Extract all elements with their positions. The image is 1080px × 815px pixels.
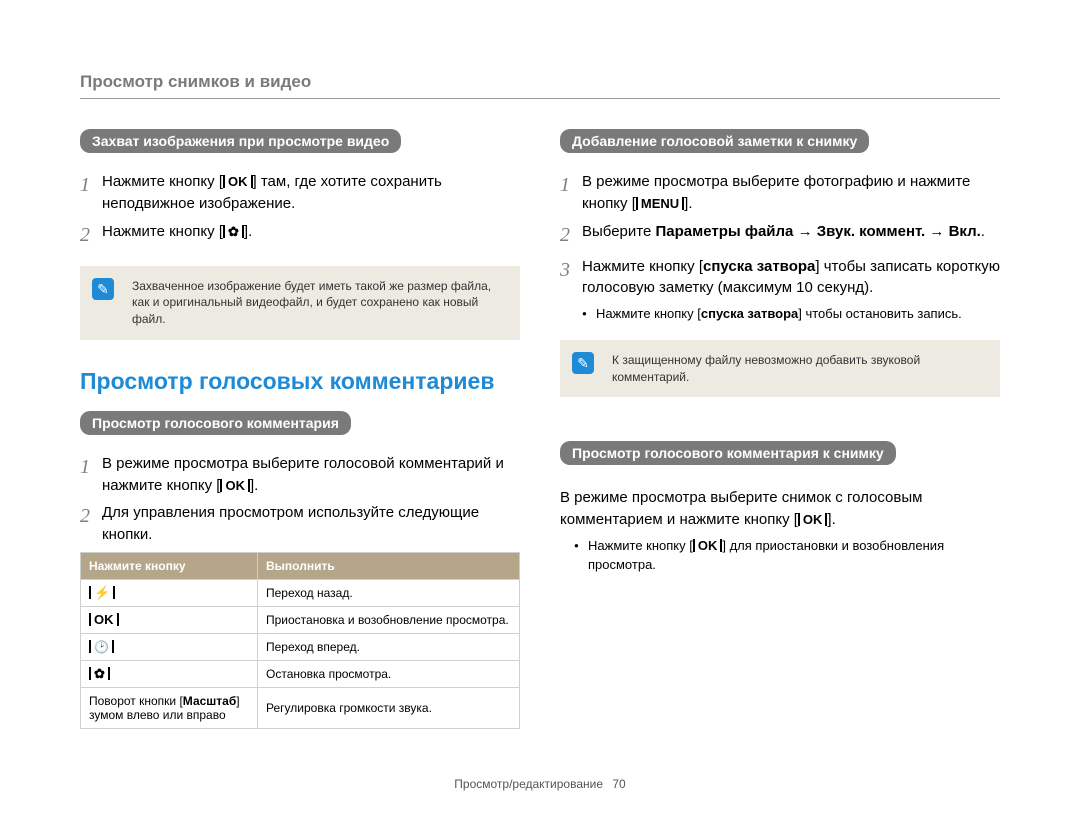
cell-button: OK xyxy=(81,606,258,633)
text: ]. xyxy=(827,511,835,528)
bullet-icon xyxy=(574,537,588,575)
section-title: Просмотр голосовых комментариев xyxy=(80,368,520,395)
cell-action: Переход вперед. xyxy=(258,633,520,660)
left-column: Захват изображения при просмотре видео 1… xyxy=(80,129,520,729)
cell-action: Регулировка громкости звука. xyxy=(258,687,520,728)
page-header: Просмотр снимков и видео xyxy=(80,72,1000,99)
left-step-2: 2 Нажмите кнопку []. xyxy=(80,221,520,250)
columns: Захват изображения при просмотре видео 1… xyxy=(80,129,1000,729)
step-number: 2 xyxy=(560,221,582,250)
right2-text: В режиме просмотра выберите снимок с гол… xyxy=(560,487,1000,531)
text: . xyxy=(981,223,985,240)
ok-icon: OK xyxy=(220,479,250,492)
text: Выберите xyxy=(582,223,655,240)
bullet-text: Нажмите кнопку [OK] для приостановки и в… xyxy=(588,537,1000,575)
subheading-play-memo: Просмотр голосового комментария к снимку xyxy=(560,441,896,465)
text: Нажмите кнопку [ xyxy=(596,306,701,321)
table-row: Поворот кнопки [Масштаб] зумом влево или… xyxy=(81,687,520,728)
macro-icon xyxy=(223,225,244,238)
note-icon: ✎ xyxy=(92,278,114,300)
bullet-icon xyxy=(582,305,596,324)
subheading-playback: Просмотр голосового комментария xyxy=(80,411,351,435)
ok-icon: OK xyxy=(693,539,723,552)
text: Нажмите кнопку [ xyxy=(582,258,703,275)
page-number: 70 xyxy=(612,777,625,791)
table-row: OK Приостановка и возобновление просмотр… xyxy=(81,606,520,633)
table-row: Переход назад. xyxy=(81,579,520,606)
bullet-text: Нажмите кнопку [спуска затвора] чтобы ос… xyxy=(596,305,962,324)
text: Нажмите кнопку [ xyxy=(588,538,693,553)
step-text: Для управления просмотром используйте сл… xyxy=(102,502,520,546)
step-text: В режиме просмотра выберите фотографию и… xyxy=(582,171,1000,215)
left2-step-1: 1 В режиме просмотра выберите голосовой … xyxy=(80,453,520,497)
step-number: 2 xyxy=(80,221,102,250)
text: Нажмите кнопку [ xyxy=(102,223,223,240)
text: В режиме просмотра выберите снимок с гол… xyxy=(560,489,922,528)
subheading-capture: Захват изображения при просмотре видео xyxy=(80,129,401,153)
zoom-label: Масштаб xyxy=(183,694,236,708)
right-step-3: 3 Нажмите кнопку [спуска затвора] чтобы … xyxy=(560,256,1000,300)
ok-icon: OK xyxy=(223,175,253,188)
step-text: Нажмите кнопку []. xyxy=(102,221,520,250)
step-text: Нажмите кнопку [спуска затвора] чтобы за… xyxy=(582,256,1000,300)
text: В режиме просмотра выберите голосовой ко… xyxy=(102,455,504,494)
cell-button xyxy=(81,633,258,660)
page-footer: Просмотр/редактирование 70 xyxy=(0,777,1080,791)
text: ]. xyxy=(684,195,692,212)
cell-button: Поворот кнопки [Масштаб] зумом влево или… xyxy=(81,687,258,728)
controls-table: Нажмите кнопку Выполнить Переход назад. … xyxy=(80,552,520,729)
note-box: ✎ К защищенному файлу невозможно добавит… xyxy=(560,340,1000,398)
step-number: 3 xyxy=(560,256,582,300)
step-number: 2 xyxy=(80,502,102,546)
timer-icon xyxy=(89,640,114,653)
text: Поворот кнопки [ xyxy=(89,694,183,708)
spacer xyxy=(560,413,1000,441)
menu-path: Параметры файла → Звук. коммент. → Вкл. xyxy=(655,223,980,240)
step-text: В режиме просмотра выберите голосовой ко… xyxy=(102,453,520,497)
table-row: Переход вперед. xyxy=(81,633,520,660)
col-action: Выполнить xyxy=(258,552,520,579)
ok-icon: OK xyxy=(798,513,828,526)
bullet-item: Нажмите кнопку [OK] для приостановки и в… xyxy=(574,537,1000,575)
step-number: 1 xyxy=(560,171,582,215)
table-row: Остановка просмотра. xyxy=(81,660,520,687)
text: ] чтобы остановить запись. xyxy=(798,306,962,321)
right-step-2: 2 Выберите Параметры файла → Звук. комме… xyxy=(560,221,1000,250)
ok-icon: OK xyxy=(89,613,119,626)
note-text: К защищенному файлу невозможно добавить … xyxy=(612,353,920,384)
text: Нажмите кнопку [ xyxy=(102,173,223,190)
flash-icon xyxy=(89,586,115,599)
step-text: В режиме просмотра выберите снимок с гол… xyxy=(560,487,1000,531)
step-text: Выберите Параметры файла → Звук. коммент… xyxy=(582,221,1000,250)
left2-step-2: 2 Для управления просмотром используйте … xyxy=(80,502,520,546)
bullet-item: Нажмите кнопку [спуска затвора] чтобы ос… xyxy=(582,305,1000,324)
cell-action: Приостановка и возобновление просмотра. xyxy=(258,606,520,633)
subheading-add-memo: Добавление голосовой заметки к снимку xyxy=(560,129,869,153)
step-text: Нажмите кнопку [OK] там, где хотите сохр… xyxy=(102,171,520,215)
note-box: ✎ Захваченное изображение будет иметь та… xyxy=(80,266,520,340)
note-icon: ✎ xyxy=(572,352,594,374)
menu-icon: MENU xyxy=(636,197,684,210)
right-step-1: 1 В режиме просмотра выберите фотографию… xyxy=(560,171,1000,215)
cell-action: Переход назад. xyxy=(258,579,520,606)
cell-button xyxy=(81,579,258,606)
step-number: 1 xyxy=(80,171,102,215)
shutter-label: спуска затвора xyxy=(701,306,798,321)
macro-icon xyxy=(89,667,110,680)
text: ]. xyxy=(244,223,252,240)
step-number: 1 xyxy=(80,453,102,497)
note-text: Захваченное изображение будет иметь тако… xyxy=(132,279,491,327)
page: Просмотр снимков и видео Захват изображе… xyxy=(0,0,1080,815)
shutter-label: спуска затвора xyxy=(703,258,815,275)
footer-label: Просмотр/редактирование xyxy=(454,777,603,791)
right-column: Добавление голосовой заметки к снимку 1 … xyxy=(560,129,1000,729)
text: ]. xyxy=(250,477,258,494)
left-step-1: 1 Нажмите кнопку [OK] там, где хотите со… xyxy=(80,171,520,215)
cell-action: Остановка просмотра. xyxy=(258,660,520,687)
col-button: Нажмите кнопку xyxy=(81,552,258,579)
cell-button xyxy=(81,660,258,687)
table-header-row: Нажмите кнопку Выполнить xyxy=(81,552,520,579)
